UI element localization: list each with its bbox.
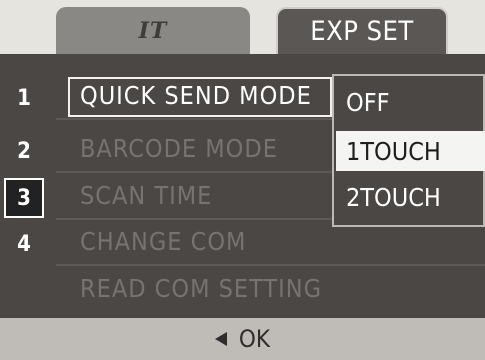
camera-menu-screen: IT EXP SET 1 QUICK SEND MODE 2 BARCODE M… [0,0,485,360]
tab-bar: IT EXP SET [0,0,485,54]
selection-highlight [68,77,332,117]
menu-item-read-com-setting[interactable]: READ COM SETTING [68,271,483,309]
ok-label[interactable]: OK [239,325,270,353]
menu-item-barcode-mode-label: BARCODE MODE [80,134,278,163]
menu-row-2-number: 2 [17,138,31,164]
menu-row-4-number: 4 [17,231,31,257]
tab-exp-set[interactable]: EXP SET [276,7,448,54]
option-popup: OFF 1TOUCH 2TOUCH [332,74,485,227]
footer-bar: OK [0,318,485,360]
menu-item-change-com[interactable]: CHANGE COM [68,224,483,262]
menu-item-change-com-label: CHANGE COM [80,227,247,256]
menu-row-3-number[interactable]: 3 [4,178,44,218]
option-2touch[interactable]: 2TOUCH [342,177,485,217]
option-off[interactable]: OFF [342,82,485,122]
option-1touch[interactable]: 1TOUCH [336,131,485,171]
left-triangle-icon [214,332,227,346]
tab-setup[interactable]: IT [56,7,250,54]
setup-icon: IT [138,17,168,44]
menu-item-read-com-setting-label: READ COM SETTING [80,274,323,303]
menu-row-1-number: 1 [17,85,31,111]
tab-exp-set-label: EXP SET [310,16,414,47]
menu-item-scan-time-label: SCAN TIME [80,181,213,210]
row-separator [56,264,485,266]
